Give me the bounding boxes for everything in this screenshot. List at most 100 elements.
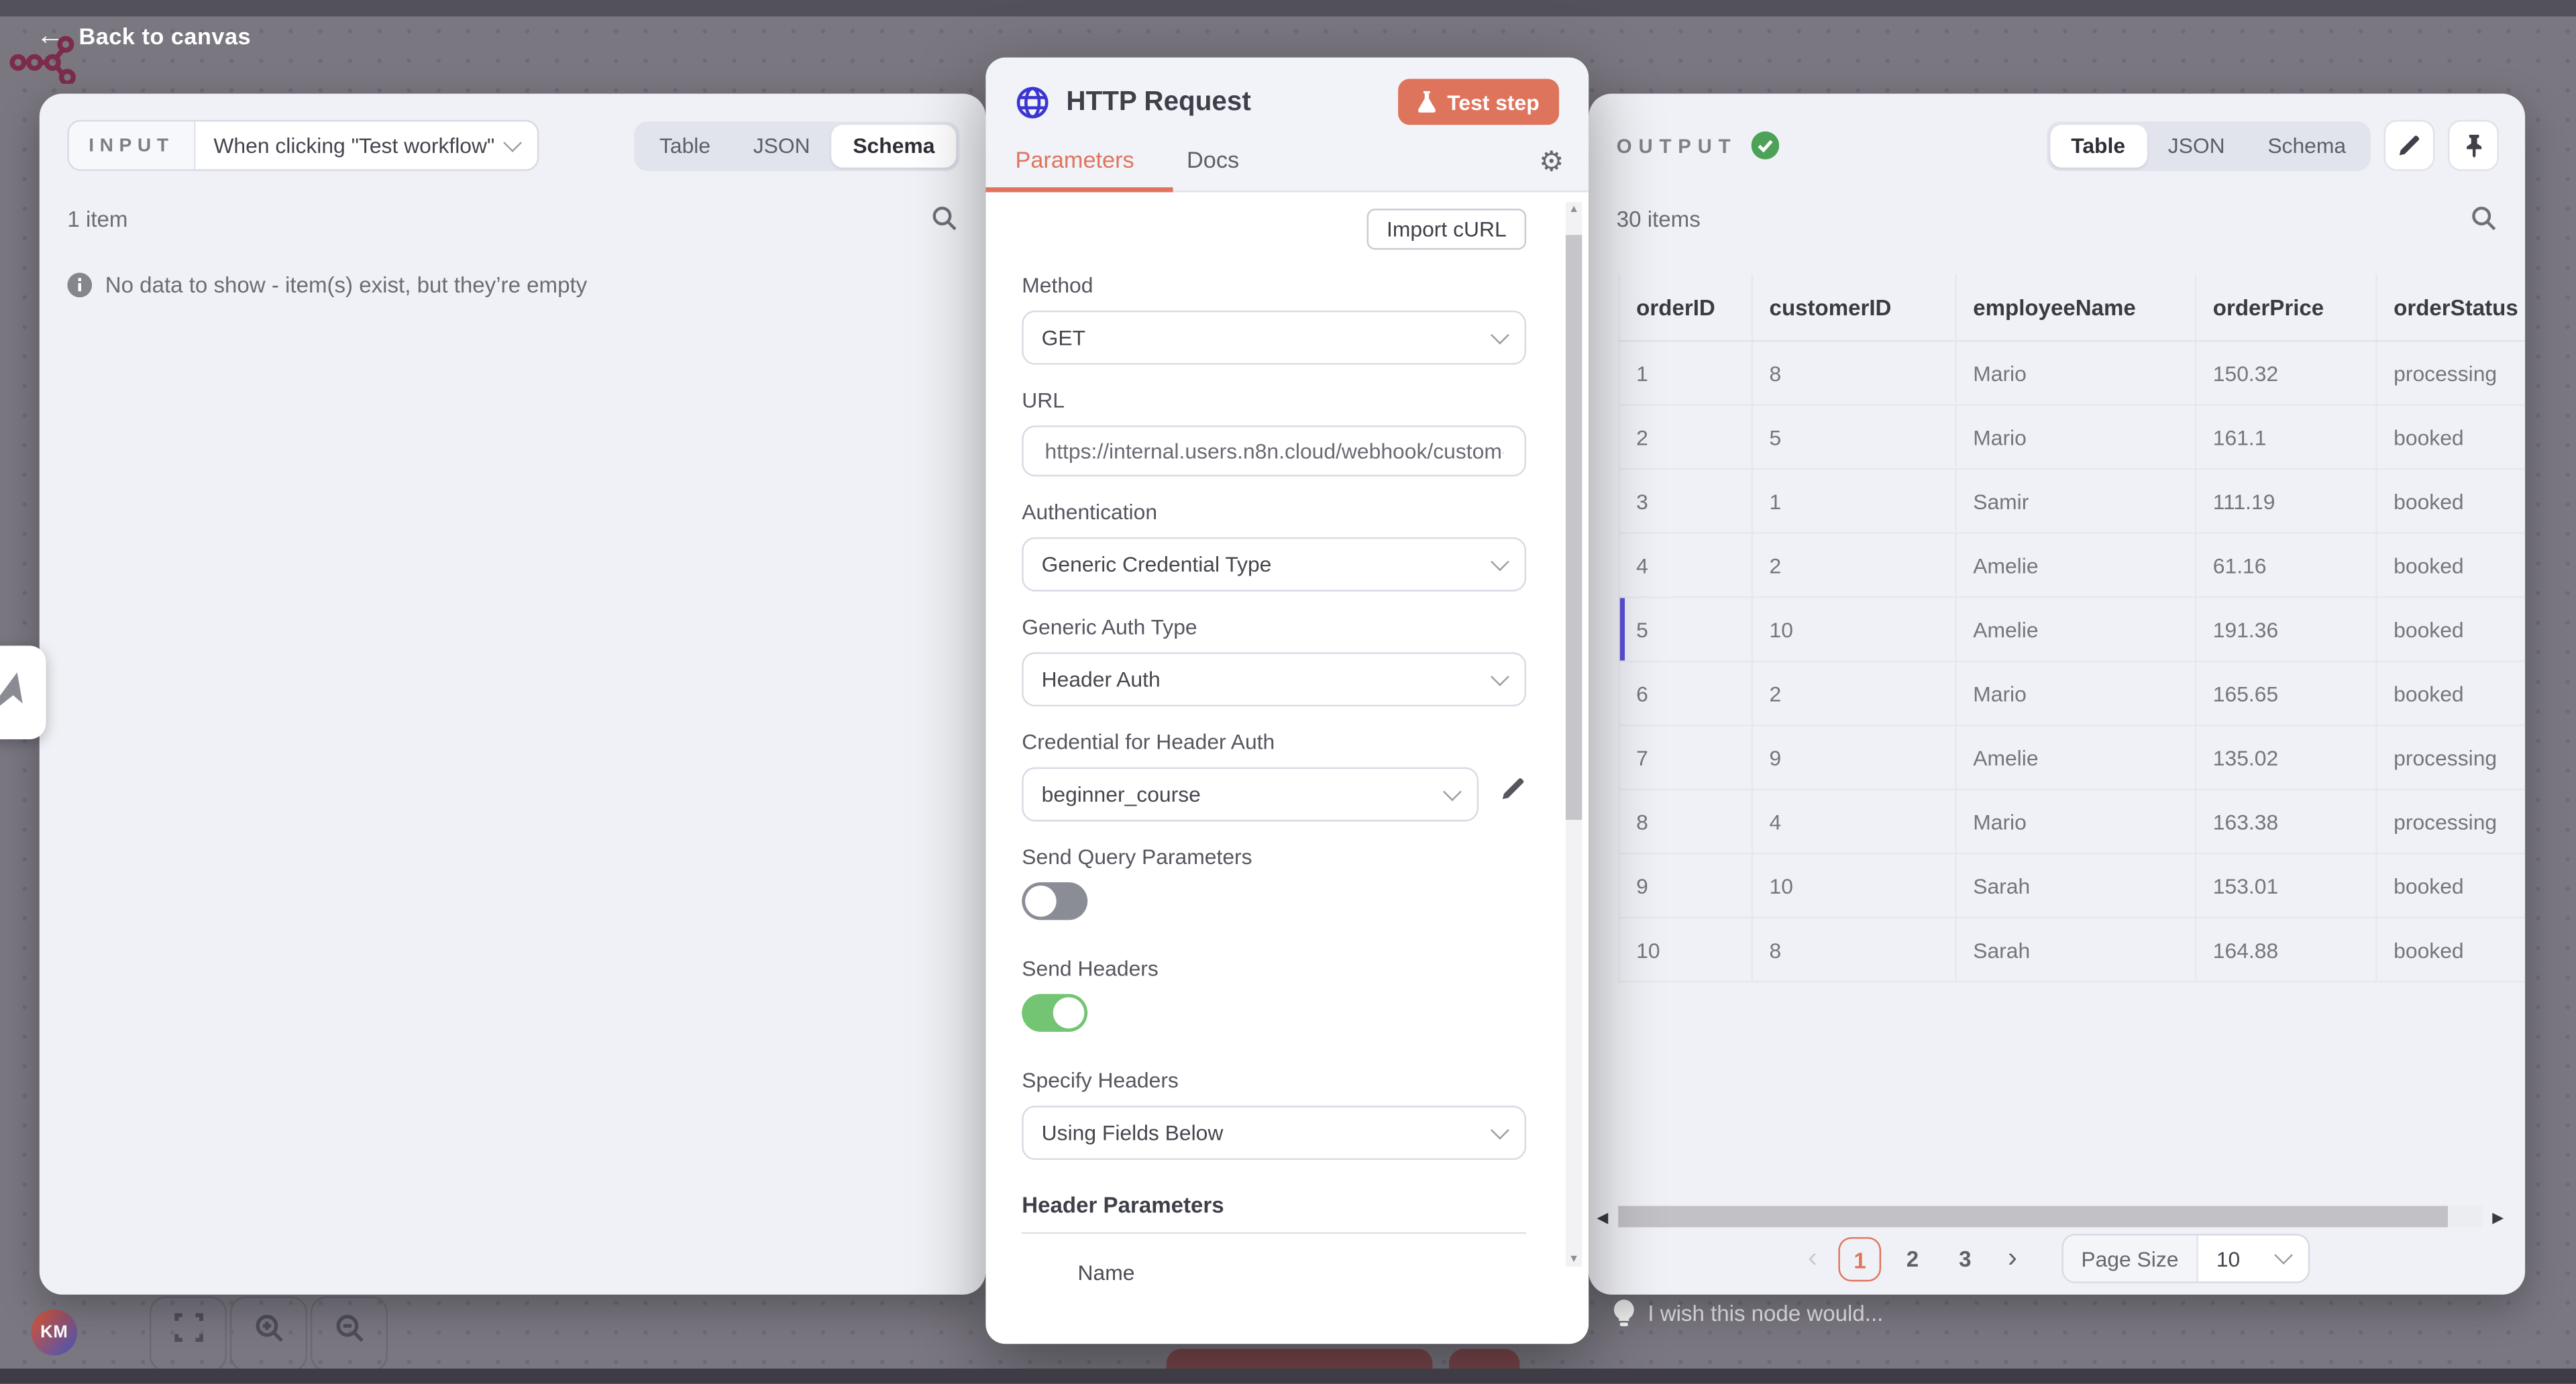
- search-icon[interactable]: [932, 205, 958, 231]
- output-view-tabs: Table JSON Schema: [2047, 121, 2371, 170]
- send-headers-toggle[interactable]: [1022, 994, 1087, 1032]
- table-cell: 10: [1619, 918, 1752, 982]
- input-view-tabs: Table JSON Schema: [635, 121, 959, 170]
- table-cell: 8: [1752, 341, 1956, 405]
- table-cell: 4: [1619, 533, 1752, 598]
- table-cell: 61.16: [2196, 533, 2376, 598]
- pagination-page-2[interactable]: 2: [1891, 1236, 1934, 1281]
- zoom-in-icon: [253, 1313, 284, 1344]
- table-row[interactable]: 62Mario165.65booked: [1619, 661, 2525, 726]
- tab-parameters[interactable]: Parameters: [1015, 146, 1134, 172]
- modal-scroll-thumb[interactable]: [1566, 235, 1582, 820]
- canvas-cursor-tool-button[interactable]: [0, 645, 46, 739]
- table-row[interactable]: 31Samir111.19booked: [1619, 469, 2525, 533]
- pagination-page-3[interactable]: 3: [1943, 1236, 1986, 1281]
- table-cell: Mario: [1956, 661, 2196, 726]
- feedback-text: I wish this node would...: [1648, 1301, 1883, 1326]
- canvas-fit-view-button[interactable]: [150, 1296, 227, 1372]
- active-tab-underline: [985, 187, 1173, 192]
- input-items-count: 1 item: [67, 206, 127, 231]
- method-select[interactable]: GET: [1022, 311, 1526, 365]
- credential-select[interactable]: beginner_course: [1022, 767, 1479, 822]
- edit-output-button[interactable]: [2383, 120, 2434, 171]
- table-cell: 9: [1619, 853, 1752, 918]
- input-tab-schema[interactable]: Schema: [831, 124, 956, 167]
- edit-credential-pencil-icon[interactable]: [1500, 775, 1526, 801]
- column-header[interactable]: orderPrice: [2196, 274, 2376, 341]
- table-row[interactable]: 42Amelie61.16booked: [1619, 533, 2525, 598]
- output-tab-schema[interactable]: Schema: [2246, 124, 2367, 167]
- pin-icon: [2462, 133, 2485, 158]
- chevron-down-icon: [1491, 325, 1509, 344]
- scroll-down-icon[interactable]: ▼: [1566, 1254, 1582, 1265]
- table-cell: 161.1: [2196, 405, 2376, 470]
- canvas-zoom-in-button[interactable]: [230, 1296, 307, 1372]
- url-label: URL: [1022, 388, 1526, 413]
- table-row[interactable]: 18Mario150.32processing: [1619, 341, 2525, 405]
- column-header[interactable]: customerID: [1752, 274, 1956, 341]
- screen: ← Back to canvas: [0, 0, 2576, 1383]
- table-row[interactable]: 84Mario163.38processing: [1619, 790, 2525, 854]
- canvas-zoom-out-button[interactable]: [311, 1296, 388, 1372]
- table-cell: booked: [2376, 661, 2525, 726]
- generic-auth-type-select[interactable]: Header Auth: [1022, 652, 1526, 706]
- horizontal-scroll-thumb[interactable]: [1618, 1206, 2448, 1228]
- authentication-label: Authentication: [1022, 499, 1526, 524]
- gear-icon[interactable]: ⚙: [1539, 148, 1564, 176]
- chevron-down-icon: [1491, 1120, 1509, 1139]
- url-input[interactable]: [1042, 437, 1507, 465]
- table-row[interactable]: 510Amelie191.36booked: [1619, 597, 2525, 661]
- table-cell: booked: [2376, 853, 2525, 918]
- table-cell: 163.38: [2196, 790, 2376, 854]
- avatar[interactable]: KM: [32, 1310, 78, 1356]
- output-tab-table[interactable]: Table: [2049, 124, 2146, 167]
- table-cell: booked: [2376, 469, 2525, 533]
- test-step-label: Test step: [1447, 89, 1539, 114]
- header-parameter-name-label: Name: [1078, 1260, 1527, 1285]
- send-query-parameters-label: Send Query Parameters: [1022, 845, 1526, 869]
- table-cell: processing: [2376, 790, 2525, 854]
- table-cell: Amelie: [1956, 533, 2196, 598]
- input-panel-header: INPUT When clicking "Test workflow" Tabl…: [40, 94, 986, 171]
- tab-docs[interactable]: Docs: [1187, 146, 1239, 172]
- pin-data-button[interactable]: [2448, 120, 2499, 171]
- table-cell: 5: [1752, 405, 1956, 470]
- table-cell: Samir: [1956, 469, 2196, 533]
- table-cell: 164.88: [2196, 918, 2376, 982]
- pagination-page-1[interactable]: 1: [1839, 1236, 1882, 1281]
- table-row[interactable]: 108Sarah164.88booked: [1619, 918, 2525, 982]
- column-header[interactable]: orderID: [1619, 274, 1752, 341]
- input-tab-table[interactable]: Table: [638, 124, 732, 167]
- specify-headers-select[interactable]: Using Fields Below: [1022, 1106, 1526, 1160]
- input-tab-json[interactable]: JSON: [732, 124, 832, 167]
- import-curl-button[interactable]: Import cURL: [1367, 209, 1526, 250]
- scroll-up-icon[interactable]: ▲: [1566, 204, 1582, 215]
- input-source-select[interactable]: INPUT When clicking "Test workflow": [67, 120, 539, 171]
- table-cell: 10: [1752, 597, 1956, 661]
- table-cell: booked: [2376, 597, 2525, 661]
- scroll-right-icon[interactable]: ▶: [2492, 1208, 2504, 1229]
- horizontal-scrollbar[interactable]: ◀ ▶: [1618, 1206, 2482, 1228]
- column-header[interactable]: orderStatus: [2376, 274, 2525, 341]
- authentication-select[interactable]: Generic Credential Type: [1022, 537, 1526, 592]
- column-header[interactable]: employeeName: [1956, 274, 2196, 341]
- back-to-canvas[interactable]: ← Back to canvas: [36, 21, 251, 50]
- scroll-left-icon[interactable]: ◀: [1597, 1208, 1608, 1229]
- table-row[interactable]: 910Sarah153.01booked: [1619, 853, 2525, 918]
- send-query-parameters-toggle[interactable]: [1022, 882, 1087, 920]
- pagination-prev[interactable]: ‹: [1805, 1237, 1821, 1280]
- table-cell: 8: [1752, 918, 1956, 982]
- modal-scrollbar[interactable]: ▲ ▼: [1566, 202, 1582, 1267]
- page-size-select[interactable]: Page Size 10: [2061, 1234, 2309, 1283]
- table-cell: booked: [2376, 918, 2525, 982]
- output-tab-json[interactable]: JSON: [2147, 124, 2247, 167]
- test-step-button[interactable]: Test step: [1398, 79, 1559, 125]
- table-row[interactable]: 79Amelie135.02processing: [1619, 725, 2525, 790]
- node-feedback-link[interactable]: I wish this node would...: [1613, 1299, 1883, 1328]
- search-icon[interactable]: [2471, 205, 2497, 231]
- zoom-out-icon: [333, 1313, 365, 1344]
- pagination-next[interactable]: ›: [2004, 1237, 2021, 1280]
- page-size-value: 10: [2216, 1246, 2240, 1271]
- table-row[interactable]: 25Mario161.1booked: [1619, 405, 2525, 470]
- specify-headers-label: Specify Headers: [1022, 1068, 1526, 1093]
